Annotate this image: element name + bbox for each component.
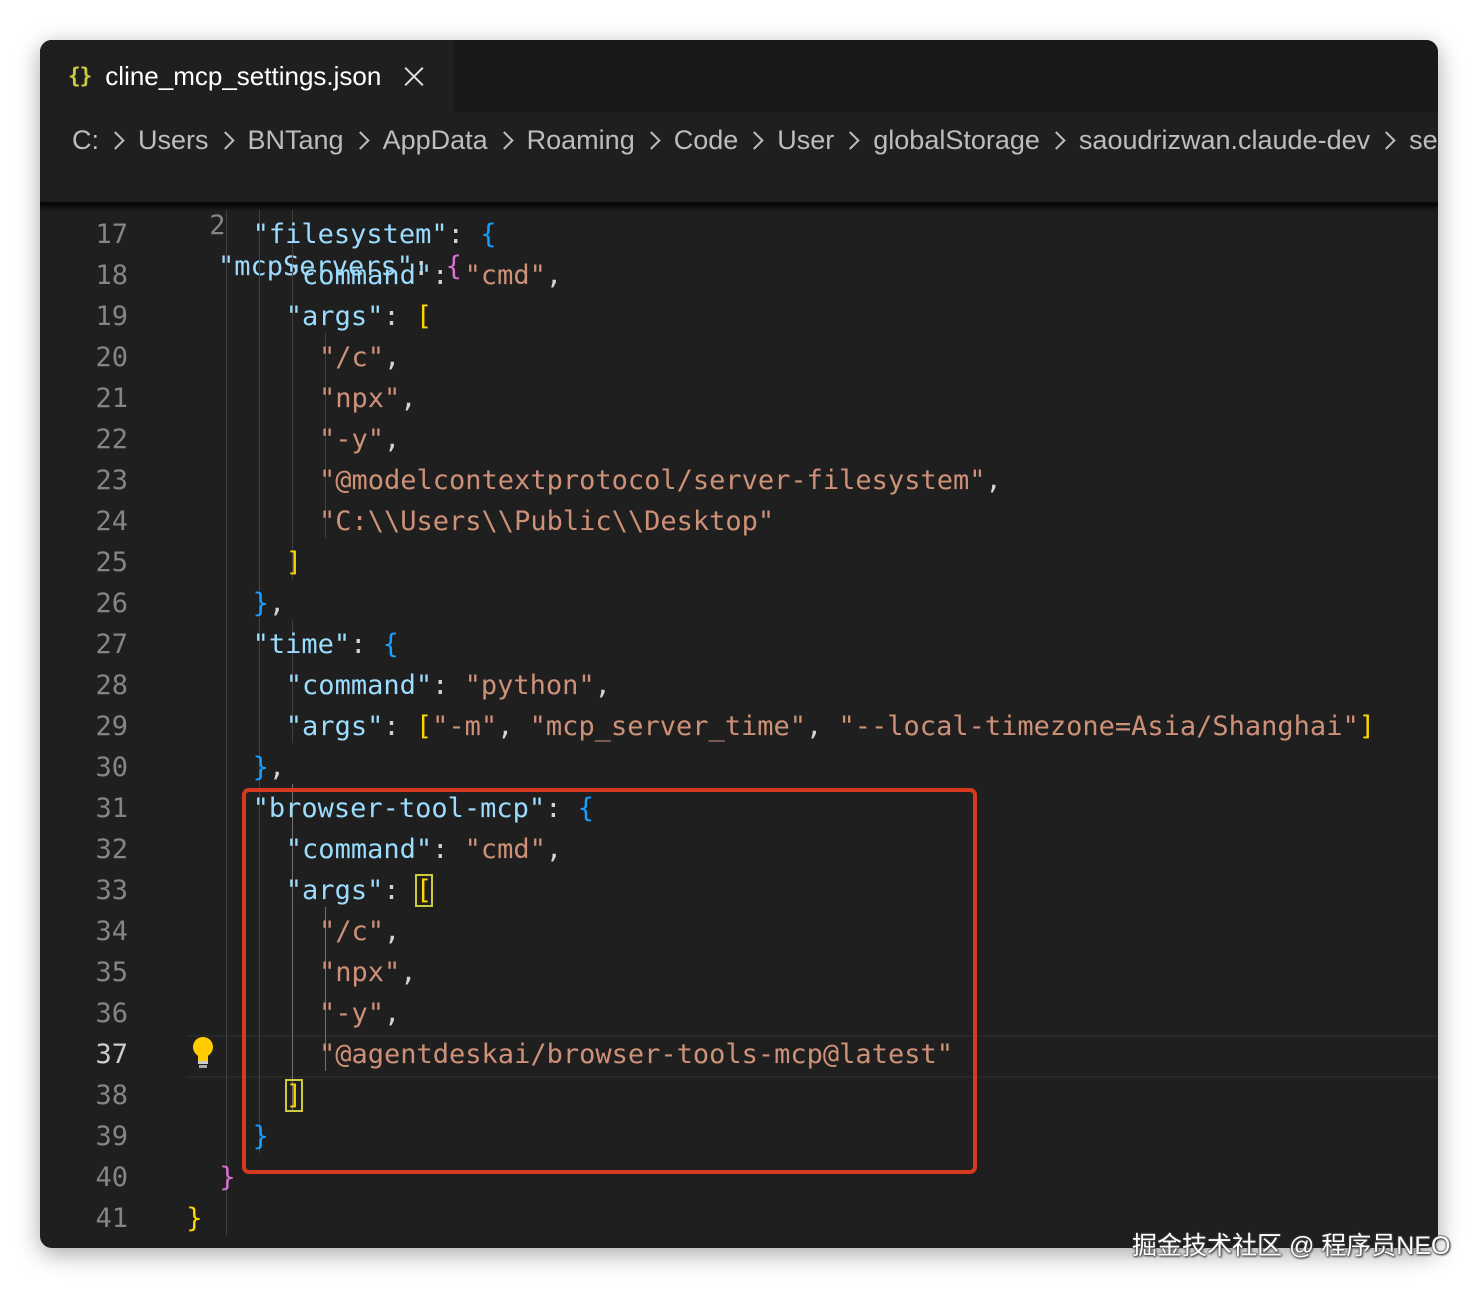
code-text: "args": ["-m", "mcp_server_time", "--loc…: [286, 706, 1375, 747]
watermark: 掘金技术社区 @ 程序员NEO: [1132, 1232, 1451, 1260]
sticky-scroll-divider: [40, 202, 1438, 206]
line-number: 27: [95, 629, 128, 660]
code-token: }: [186, 1203, 203, 1234]
code-token: :: [447, 219, 481, 250]
line-number: 22: [95, 424, 128, 455]
code-text: "command": "cmd",: [286, 255, 562, 296]
code-token: "-y": [319, 424, 385, 455]
code-token: "time": [252, 629, 351, 660]
code-token: {: [382, 629, 399, 660]
line-number: 18: [95, 260, 128, 291]
line-number: 32: [95, 834, 128, 865]
code-token: }: [219, 1162, 236, 1193]
code-text: "-y",: [319, 419, 400, 460]
code-token: ]: [1358, 711, 1375, 742]
code-text: "C:\\Users\\Public\\Desktop": [319, 501, 774, 542]
code-token: {: [480, 219, 497, 250]
line-number: 40: [95, 1162, 128, 1193]
code-text: "time": {: [253, 624, 399, 665]
editor-window: {} cline_mcp_settings.json C: Users BNTang…: [40, 40, 1438, 1248]
indent-guide: [226, 210, 227, 1235]
code-token: "command": [285, 260, 433, 291]
code-token: "args": [285, 711, 384, 742]
line-number: 34: [95, 916, 128, 947]
code-token: [: [415, 301, 433, 332]
line-number: 19: [95, 301, 128, 332]
line-number: 21: [95, 383, 128, 414]
code-token: :: [432, 260, 465, 291]
code-text: },: [253, 583, 286, 624]
code-token: }: [252, 588, 269, 619]
code-text: "args": [: [286, 296, 432, 337]
line-number: 2: [209, 210, 226, 241]
code-text: ]: [286, 542, 302, 583]
code-token: :: [383, 301, 416, 332]
code-token: ,: [268, 752, 286, 783]
code-token: "C:\\Users\\Public\\Desktop": [319, 506, 775, 537]
line-number: 23: [95, 465, 128, 496]
code-token: ,: [384, 424, 401, 455]
code-token: :: [432, 670, 465, 701]
code-text: }: [186, 1198, 202, 1239]
code-token: ,: [545, 260, 563, 291]
code-text: }: [219, 1157, 235, 1198]
line-number: 35: [95, 957, 128, 988]
line-number: 17: [95, 219, 128, 250]
line-number: 36: [95, 998, 128, 1029]
code-token: ,: [594, 670, 611, 701]
line-number: 30: [95, 752, 128, 783]
code-token: "mcp_server_time": [529, 711, 807, 742]
code-token: "command": [285, 670, 433, 701]
code-token: ,: [384, 342, 401, 373]
code-token: }: [252, 752, 269, 783]
code-token: :: [383, 711, 416, 742]
code-text: "filesystem": {: [253, 214, 497, 255]
code-token: ,: [985, 465, 1002, 496]
line-number: 29: [95, 711, 128, 742]
code-token: ]: [285, 547, 303, 578]
code-token: "cmd": [464, 260, 546, 291]
code-token: "--local-timezone=Asia/Shanghai": [838, 711, 1359, 742]
code-token: ,: [400, 383, 417, 414]
code-text: "/c",: [319, 337, 400, 378]
line-number: 28: [95, 670, 128, 701]
code-text: "npx",: [319, 378, 417, 419]
code-token: "args": [285, 301, 384, 332]
code-token: "npx": [319, 383, 401, 414]
code-text: "command": "python",: [286, 665, 611, 706]
code-token: "filesystem": [252, 219, 448, 250]
sticky-scroll-line[interactable]: 2 "mcpServers": {: [40, 164, 462, 282]
code-token: ,: [806, 711, 839, 742]
line-number: 25: [95, 547, 128, 578]
code-token: "python": [464, 670, 595, 701]
code-token: ,: [268, 588, 286, 619]
line-number: 20: [95, 342, 128, 373]
line-number: 38: [95, 1080, 128, 1111]
line-number: 41: [95, 1203, 128, 1234]
annotation-highlight-box: [242, 788, 977, 1174]
code-text: "@modelcontextprotocol/server-filesystem…: [319, 460, 1002, 501]
code-token: "@modelcontextprotocol/server-filesystem…: [319, 465, 986, 496]
code-text: },: [253, 747, 286, 788]
line-number: 31: [95, 793, 128, 824]
line-number: 26: [95, 588, 128, 619]
code-token: "-m": [432, 711, 498, 742]
line-number: 33: [95, 875, 128, 906]
line-number: 37: [95, 1039, 128, 1070]
code-token: ,: [497, 711, 530, 742]
line-number: 24: [95, 506, 128, 537]
code-token: [: [415, 711, 433, 742]
line-number: 39: [95, 1121, 128, 1152]
code-token: :: [350, 629, 383, 660]
code-token: "/c": [319, 342, 385, 373]
lightbulb-icon[interactable]: [192, 1036, 214, 1070]
